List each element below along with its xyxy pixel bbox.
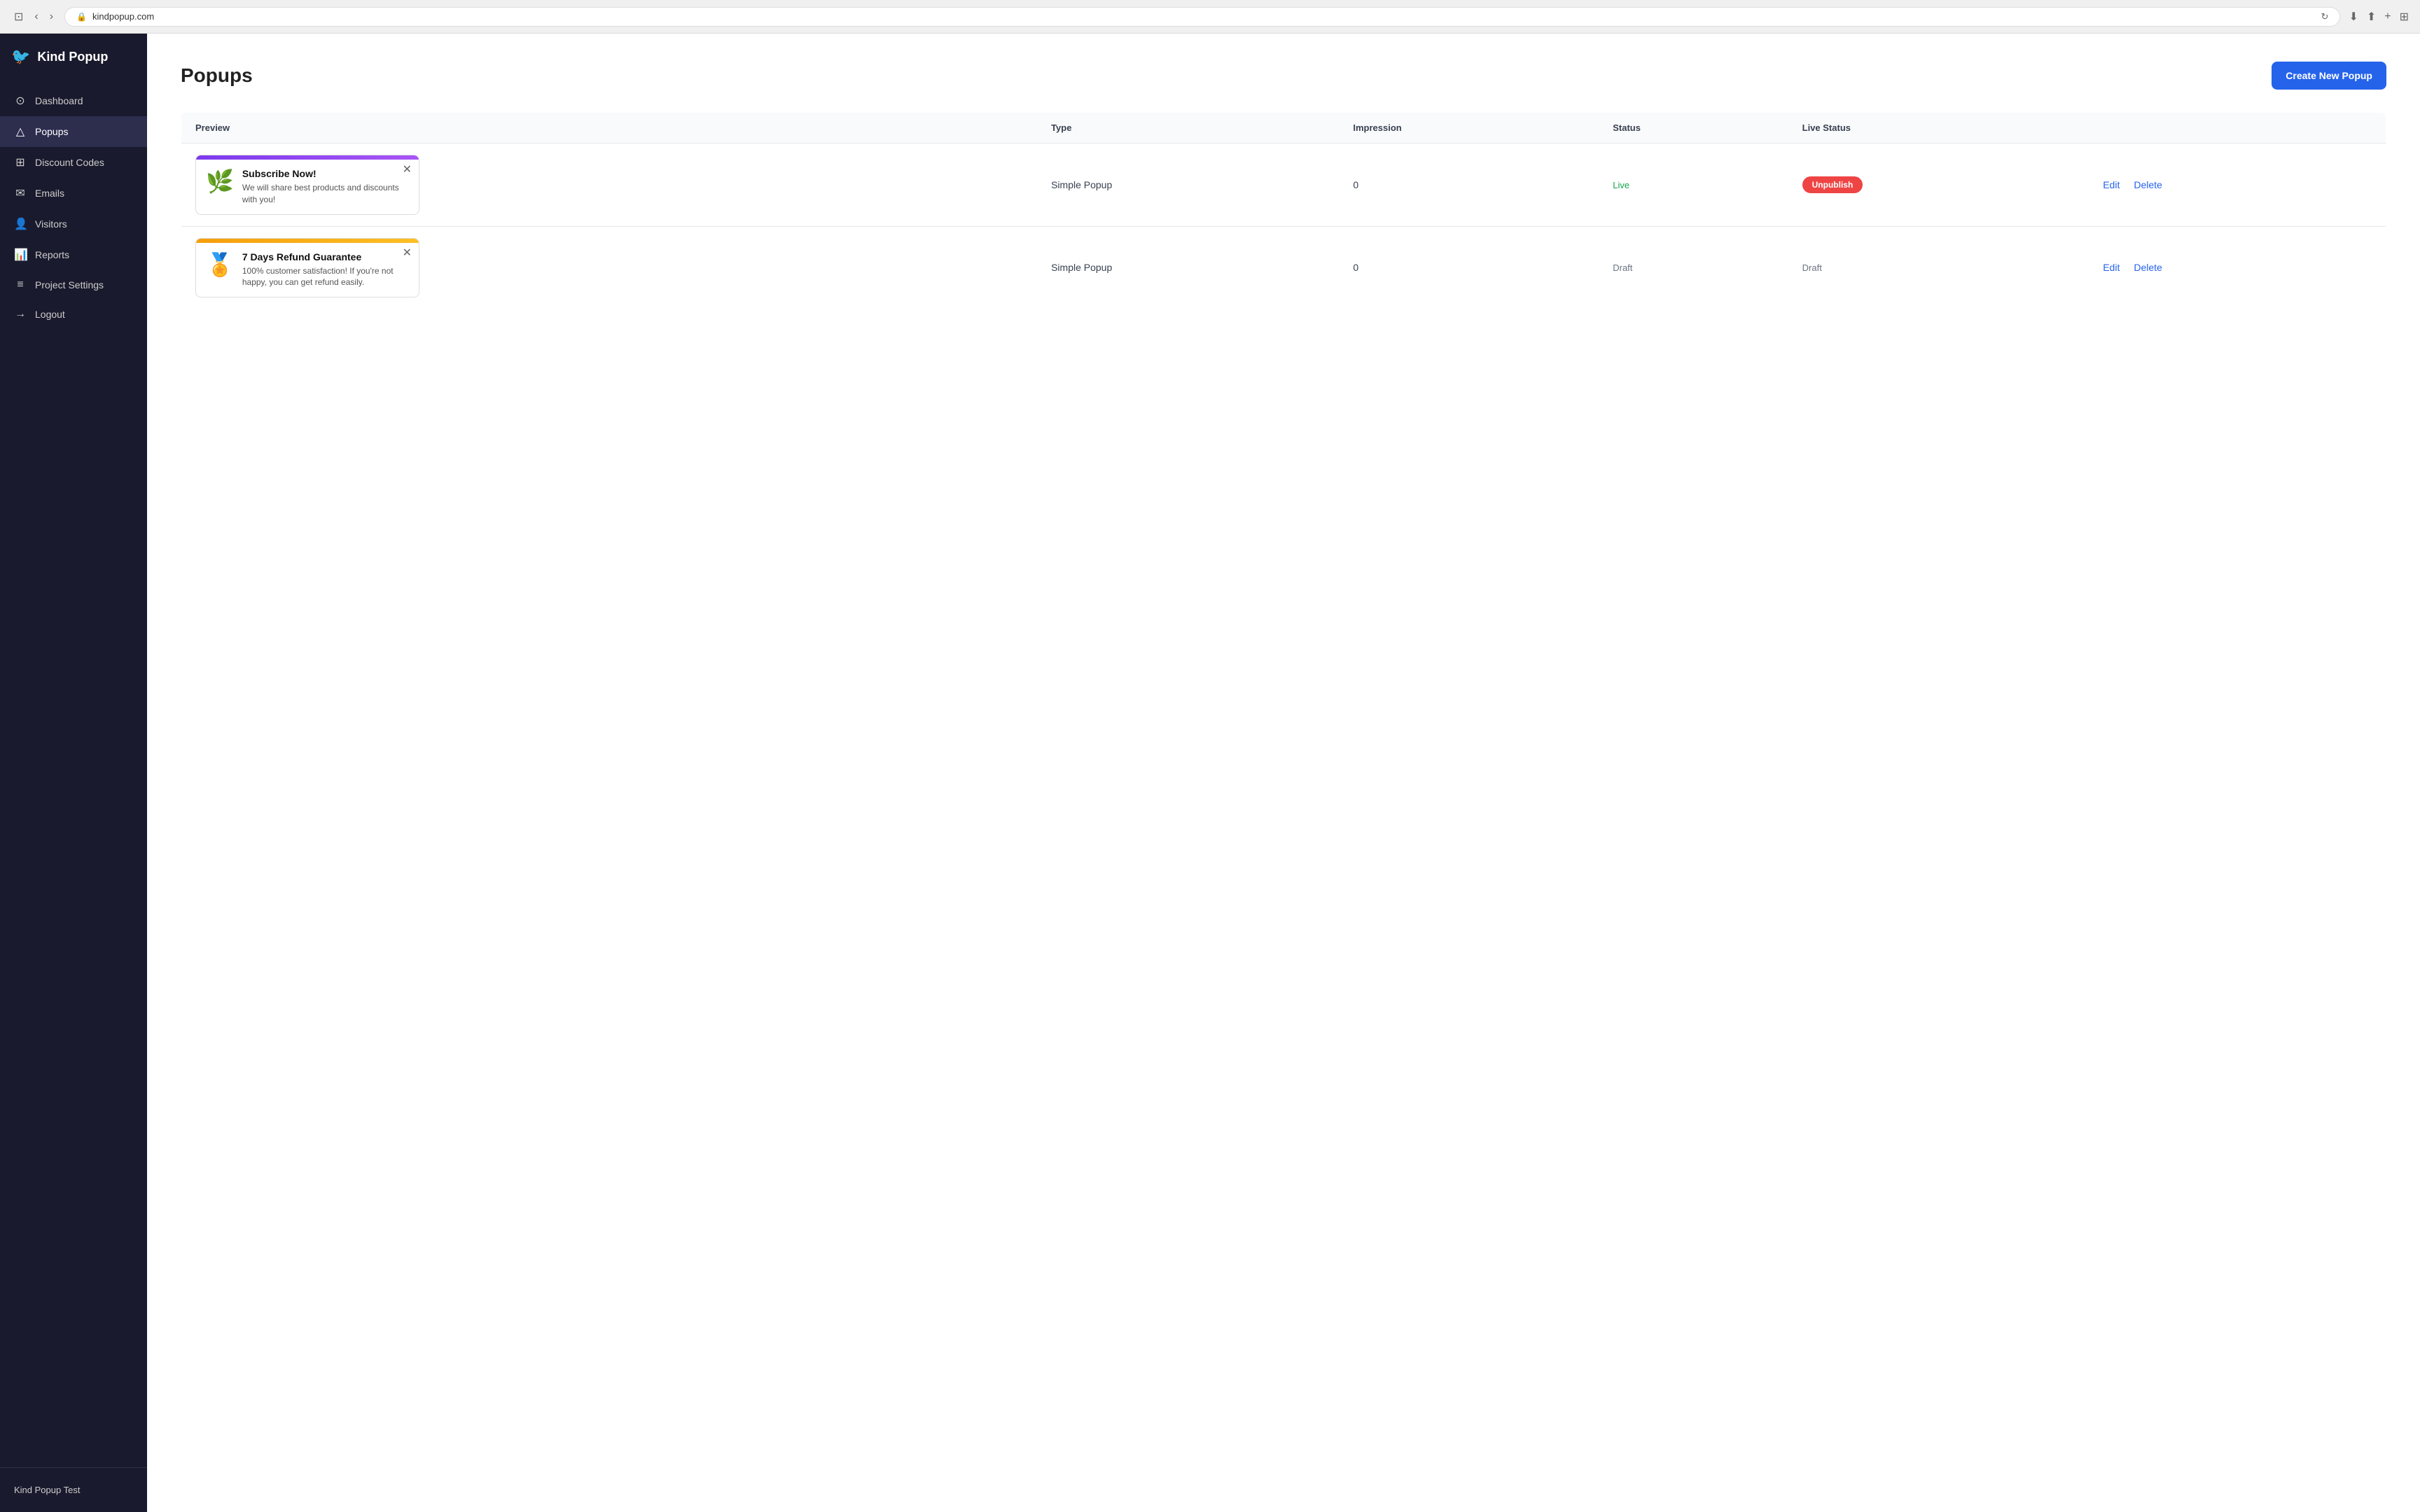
col-impression: Impression [1339, 113, 1599, 144]
sidebar-label-logout: Logout [35, 309, 65, 320]
impression-cell-2: 0 [1339, 226, 1599, 309]
reports-icon: 📊 [14, 248, 27, 262]
lock-icon: 🔒 [76, 12, 87, 22]
popup-preview-icon-2: 🏅 [206, 251, 234, 278]
popups-table: Preview Type Impression Status Live Stat… [181, 112, 2386, 309]
sidebar-nav: ⊙ Dashboard △ Popups ⊞ Discount Codes ✉ … [0, 80, 147, 1467]
discount-codes-icon: ⊞ [14, 155, 27, 169]
delete-button-2[interactable]: Delete [2134, 262, 2162, 273]
dashboard-icon: ⊙ [14, 94, 27, 108]
col-preview: Preview [181, 113, 1038, 144]
col-actions [2089, 113, 2386, 144]
create-new-popup-button[interactable]: Create New Popup [2272, 62, 2386, 90]
store-label: Kind Popup Test [14, 1485, 80, 1495]
forward-btn[interactable]: › [47, 8, 56, 26]
popup-preview-text-2: 7 Days Refund Guarantee 100% customer sa… [242, 251, 409, 289]
live-status-cell-2: Draft [1788, 226, 2089, 309]
popup-preview-title-2: 7 Days Refund Guarantee [242, 251, 409, 262]
project-settings-icon: ≡ [14, 279, 27, 291]
preview-cell-2: 🏅 7 Days Refund Guarantee 100% customer … [181, 226, 1038, 309]
refresh-icon: ↻ [2321, 11, 2329, 22]
url-text: kindpopup.com [92, 11, 154, 22]
sidebar-item-reports[interactable]: 📊 Reports [0, 239, 147, 270]
col-live-status: Live Status [1788, 113, 2089, 144]
app-layout: 🐦 Kind Popup ⊙ Dashboard △ Popups ⊞ Disc… [0, 34, 2420, 1512]
popup-preview-desc-1: We will share best products and discount… [242, 182, 409, 206]
sidebar-item-emails[interactable]: ✉ Emails [0, 178, 147, 209]
sidebar-store-name: Kind Popup Test [11, 1479, 136, 1501]
col-type: Type [1037, 113, 1339, 144]
sidebar-item-discount-codes[interactable]: ⊞ Discount Codes [0, 147, 147, 178]
sidebar-label-project-settings: Project Settings [35, 279, 104, 290]
sidebar-item-popups[interactable]: △ Popups [0, 116, 147, 147]
table-row: 🌿 Subscribe Now! We will share best prod… [181, 144, 2386, 227]
share-btn[interactable]: ⬆ [2367, 10, 2376, 24]
popup-preview-2: 🏅 7 Days Refund Guarantee 100% customer … [195, 238, 419, 298]
col-status: Status [1599, 113, 1788, 144]
sidebar-label-dashboard: Dashboard [35, 95, 83, 106]
unpublish-button-1[interactable]: Unpublish [1802, 176, 1863, 193]
main-content: Popups Create New Popup Preview Type Imp… [147, 34, 2420, 1512]
page-title: Popups [181, 64, 253, 87]
actions-cell-1: Edit Delete [2089, 144, 2386, 227]
sidebar: 🐦 Kind Popup ⊙ Dashboard △ Popups ⊞ Disc… [0, 34, 147, 1512]
sidebar-label-discount-codes: Discount Codes [35, 157, 104, 168]
popup-close-btn-2[interactable]: ✕ [403, 246, 412, 260]
sidebar-label-popups: Popups [35, 126, 68, 137]
address-bar[interactable]: 🔒 kindpopup.com ↻ [64, 7, 2340, 27]
status-badge-draft-2: Draft [1613, 262, 1632, 273]
grid-btn[interactable]: ⊞ [2400, 10, 2409, 24]
delete-button-1[interactable]: Delete [2134, 179, 2162, 190]
popups-icon: △ [14, 125, 27, 139]
edit-button-2[interactable]: Edit [2103, 262, 2120, 273]
sidebar-footer: Kind Popup Test [0, 1467, 147, 1512]
page-header: Popups Create New Popup [181, 62, 2386, 90]
popup-preview-body-2: 🏅 7 Days Refund Guarantee 100% customer … [196, 243, 419, 298]
popup-preview-1: 🌿 Subscribe Now! We will share best prod… [195, 155, 419, 215]
table-header: Preview Type Impression Status Live Stat… [181, 113, 2386, 144]
emails-icon: ✉ [14, 186, 27, 200]
popup-preview-text-1: Subscribe Now! We will share best produc… [242, 168, 409, 206]
impression-cell-1: 0 [1339, 144, 1599, 227]
popup-close-btn-1[interactable]: ✕ [403, 162, 412, 176]
sidebar-toggle-btn[interactable]: ⊡ [11, 7, 26, 27]
sidebar-logo: 🐦 Kind Popup [0, 34, 147, 80]
row-actions-1: Edit Delete [2103, 179, 2372, 190]
status-cell-1: Live [1599, 144, 1788, 227]
popup-preview-body-1: 🌿 Subscribe Now! We will share best prod… [196, 160, 419, 214]
live-status-draft-2: Draft [1802, 262, 1822, 273]
table-row: 🏅 7 Days Refund Guarantee 100% customer … [181, 226, 2386, 309]
actions-cell-2: Edit Delete [2089, 226, 2386, 309]
new-tab-btn[interactable]: + [2384, 10, 2391, 23]
download-btn[interactable]: ⬇ [2349, 10, 2358, 24]
type-cell-1: Simple Popup [1037, 144, 1339, 227]
row-actions-2: Edit Delete [2103, 262, 2372, 273]
status-cell-2: Draft [1599, 226, 1788, 309]
sidebar-label-reports: Reports [35, 249, 69, 260]
type-cell-2: Simple Popup [1037, 226, 1339, 309]
logout-icon: → [14, 308, 27, 321]
logo-text: Kind Popup [37, 50, 108, 64]
sidebar-label-emails: Emails [35, 188, 64, 199]
sidebar-item-dashboard[interactable]: ⊙ Dashboard [0, 85, 147, 116]
visitors-icon: 👤 [14, 217, 27, 231]
sidebar-item-visitors[interactable]: 👤 Visitors [0, 209, 147, 239]
back-btn[interactable]: ‹ [32, 8, 41, 26]
sidebar-item-logout[interactable]: → Logout [0, 300, 147, 329]
preview-cell-1: 🌿 Subscribe Now! We will share best prod… [181, 144, 1038, 227]
live-status-cell-1: Unpublish [1788, 144, 2089, 227]
sidebar-item-project-settings[interactable]: ≡ Project Settings [0, 270, 147, 300]
popup-preview-desc-2: 100% customer satisfaction! If you're no… [242, 265, 409, 289]
logo-icon: 🐦 [11, 48, 30, 66]
sidebar-label-visitors: Visitors [35, 218, 67, 230]
popup-preview-icon-1: 🌿 [206, 168, 234, 195]
browser-chrome: ⊡ ‹ › 🔒 kindpopup.com ↻ ⬇ ⬆ + ⊞ [0, 0, 2420, 34]
edit-button-1[interactable]: Edit [2103, 179, 2120, 190]
table-body: 🌿 Subscribe Now! We will share best prod… [181, 144, 2386, 309]
browser-controls: ⊡ ‹ › [11, 7, 56, 27]
status-badge-live-1: Live [1613, 180, 1629, 190]
popup-preview-title-1: Subscribe Now! [242, 168, 409, 179]
browser-actions: ⬇ ⬆ + ⊞ [2349, 10, 2409, 24]
